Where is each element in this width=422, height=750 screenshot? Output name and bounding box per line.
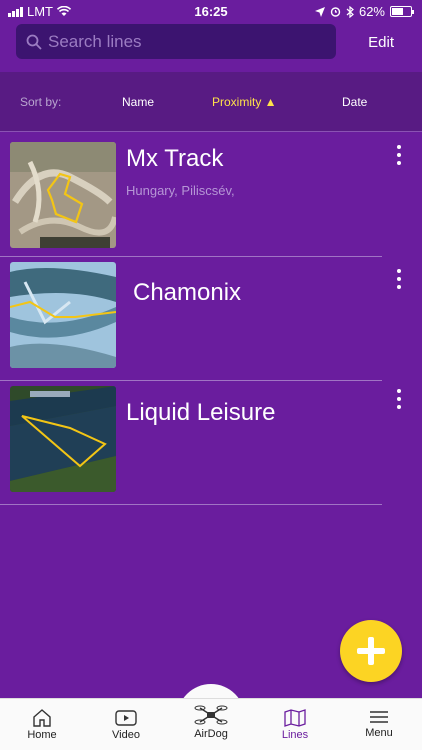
sort-option-date[interactable]: Date <box>342 95 367 109</box>
map-thumbnail <box>10 262 116 368</box>
battery-icon <box>390 6 414 17</box>
line-name: Chamonix <box>133 279 242 306</box>
list-item[interactable]: Liquid Leisure <box>0 381 401 505</box>
sort-bar: Sort by: Name Proximity ▲ Date <box>0 72 422 132</box>
tab-bar: Home Video AirDog Lines Menu <box>0 698 422 750</box>
tab-video[interactable]: Video <box>91 699 161 750</box>
sort-option-proximity[interactable]: Proximity ▲ <box>212 95 277 109</box>
edit-button[interactable]: Edit <box>368 34 394 51</box>
search-icon <box>26 34 42 50</box>
line-name: Mx Track <box>126 145 224 172</box>
tab-label: Menu <box>365 727 393 739</box>
more-options-icon[interactable] <box>394 145 404 169</box>
list-item[interactable]: Mx Track Hungary, Piliscsév, <box>0 133 401 257</box>
tab-label: Lines <box>281 729 309 741</box>
add-line-button[interactable] <box>340 620 402 682</box>
divider <box>0 504 382 505</box>
list-item[interactable]: Chamonix <box>0 257 401 381</box>
tab-menu[interactable]: Menu <box>344 699 414 750</box>
video-icon <box>115 710 137 726</box>
sort-option-name[interactable]: Name <box>122 95 154 109</box>
bluetooth-icon <box>346 5 354 18</box>
line-location: Hungary, Piliscsév, <box>126 183 235 198</box>
search-input[interactable] <box>48 31 318 52</box>
sort-by-label: Sort by: <box>20 95 62 109</box>
location-arrow-icon <box>314 6 325 17</box>
tab-label: Video <box>112 729 140 741</box>
tab-label: Home <box>27 729 57 741</box>
status-bar: LMT 16:25 62% <box>0 0 422 22</box>
home-icon <box>33 709 51 727</box>
more-options-icon[interactable] <box>394 269 404 293</box>
line-name: Liquid Leisure <box>126 399 276 426</box>
search-bar[interactable] <box>16 24 336 59</box>
tab-home[interactable]: Home <box>7 699 77 750</box>
tab-airdog[interactable]: AirDog <box>176 699 246 750</box>
more-options-icon[interactable] <box>394 389 404 413</box>
tab-lines[interactable]: Lines <box>260 699 330 750</box>
map-thumbnail <box>10 142 116 248</box>
battery-percent: 62% <box>358 4 385 19</box>
tab-label: AirDog <box>194 728 228 740</box>
hamburger-menu-icon <box>370 711 388 723</box>
drone-icon <box>194 705 228 725</box>
alarm-icon <box>330 7 341 17</box>
map-icon <box>284 709 306 727</box>
map-thumbnail <box>10 386 116 492</box>
